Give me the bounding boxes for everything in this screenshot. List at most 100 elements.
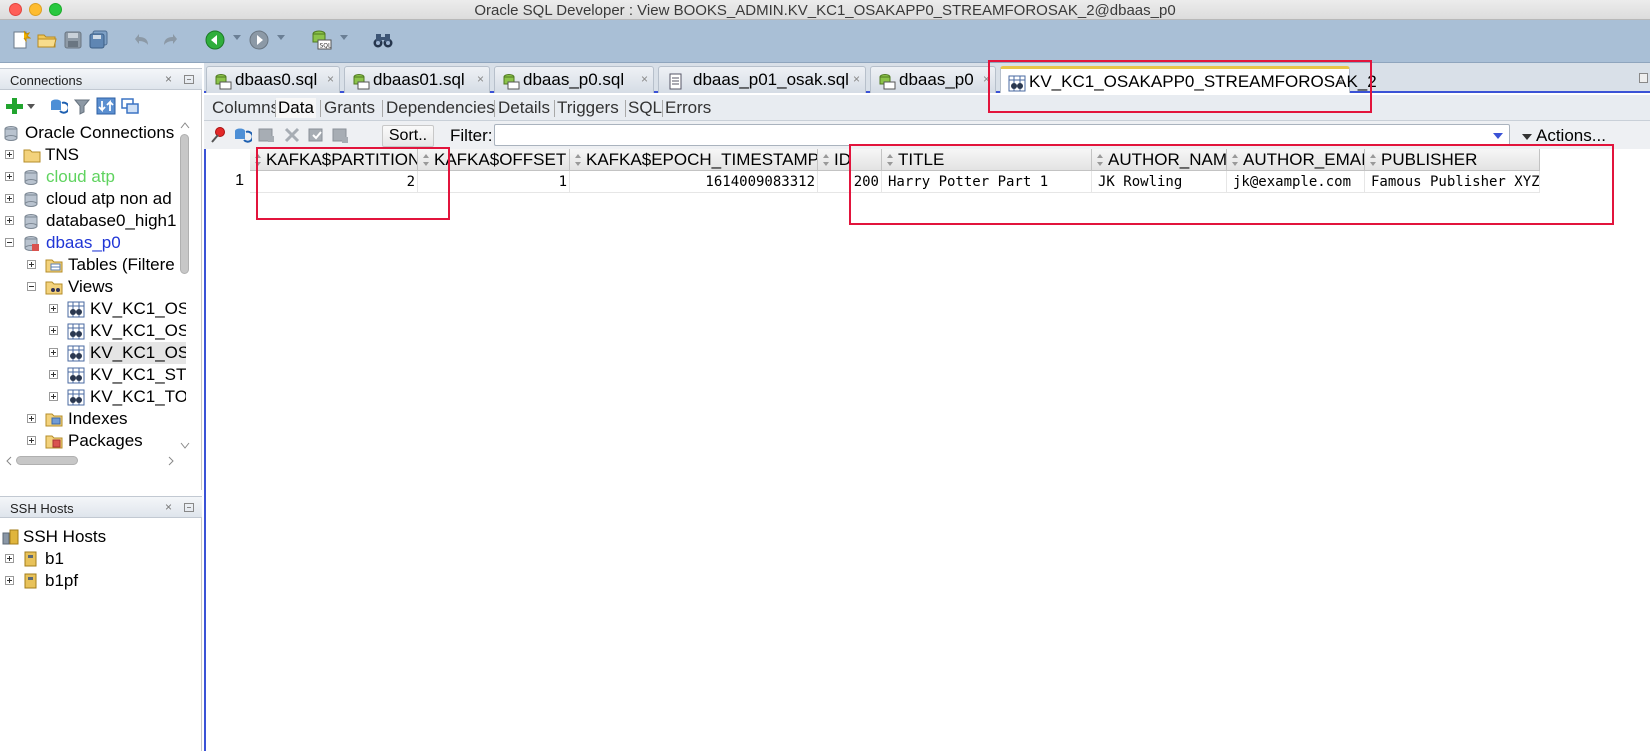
- sql-worksheet-icon[interactable]: SQL: [308, 27, 334, 53]
- subtab-data[interactable]: Data: [276, 98, 316, 118]
- save-all-icon[interactable]: [86, 27, 112, 53]
- tree-item-dbaas-p0[interactable]: dbaas_p0: [0, 232, 186, 254]
- tree-item-views[interactable]: Views: [0, 276, 186, 298]
- insert-row-icon[interactable]: [256, 126, 276, 144]
- tab-dbaas-p0[interactable]: dbaas_p0 ×: [870, 66, 996, 93]
- back-dropdown-icon[interactable]: [233, 35, 241, 40]
- refresh-icon[interactable]: [48, 97, 68, 115]
- tree-item-view[interactable]: KV_KC1_TO: [0, 386, 186, 408]
- expand-icon[interactable]: [5, 194, 14, 203]
- cell-kafka-epoch-timestamp[interactable]: 1614009083312: [570, 171, 818, 193]
- tree-item-database0-high1[interactable]: database0_high1: [0, 210, 186, 232]
- subtab-sql[interactable]: SQL: [628, 98, 662, 118]
- expand-icon[interactable]: [5, 172, 14, 181]
- subtab-grants[interactable]: Grants: [324, 98, 375, 118]
- add-connection-icon[interactable]: [4, 97, 24, 115]
- subtab-columns[interactable]: Columns: [212, 98, 279, 118]
- tree-item-tns[interactable]: TNS: [0, 144, 186, 166]
- connections-vertical-scrollbar[interactable]: [178, 118, 190, 454]
- tree-item-cloud-atp[interactable]: cloud atp: [0, 166, 186, 188]
- close-icon[interactable]: ×: [165, 500, 172, 514]
- filter-icon[interactable]: [72, 97, 92, 115]
- close-icon[interactable]: ×: [165, 72, 172, 86]
- expand-icon[interactable]: [49, 348, 58, 357]
- tree-item-indexes[interactable]: Indexes: [0, 408, 186, 430]
- tree-item-view[interactable]: KV_KC1_OS: [0, 298, 186, 320]
- tree-item-view[interactable]: KV_KC1_OS: [0, 320, 186, 342]
- close-icon[interactable]: ×: [477, 67, 484, 92]
- tab-dbaas-p01-osak-sql[interactable]: dbaas_p01_osak.sql ×: [658, 66, 866, 93]
- expand-icon[interactable]: [27, 260, 36, 269]
- schema-browser-icon[interactable]: [96, 97, 116, 115]
- sql-worksheet-dropdown-icon[interactable]: [340, 35, 348, 40]
- open-folder-icon[interactable]: [34, 27, 60, 53]
- data-grid: KAFKA$PARTITION KAFKA$OFFSET KAFKA$EPOCH…: [204, 149, 1650, 751]
- connections-horizontal-scrollbar[interactable]: [6, 454, 176, 466]
- tree-item-ssh-host-b1pf[interactable]: b1pf: [0, 570, 186, 592]
- close-icon[interactable]: ×: [327, 67, 334, 92]
- column-header-kafka-epoch-timestamp[interactable]: KAFKA$EPOCH_TIMESTAMP: [570, 149, 818, 171]
- tree-item-packages[interactable]: Packages: [0, 430, 186, 452]
- new-file-icon[interactable]: [8, 27, 34, 53]
- forward-navigation-icon[interactable]: [246, 27, 272, 53]
- maximize-editor-icon[interactable]: [1639, 73, 1648, 83]
- rollback-icon[interactable]: [330, 126, 350, 144]
- expand-icon[interactable]: [27, 436, 36, 445]
- refresh-icon[interactable]: [232, 126, 252, 144]
- subtab-triggers[interactable]: Triggers: [557, 98, 619, 118]
- collapse-icon[interactable]: [5, 238, 14, 247]
- scroll-down-icon[interactable]: [179, 440, 191, 450]
- subtab-errors[interactable]: Errors: [665, 98, 711, 118]
- scroll-right-icon[interactable]: [166, 455, 176, 467]
- expand-icon[interactable]: [49, 326, 58, 335]
- forward-dropdown-icon[interactable]: [277, 35, 285, 40]
- save-icon[interactable]: [60, 27, 86, 53]
- tree-item-view-selected[interactable]: KV_KC1_OS: [0, 342, 186, 364]
- redo-icon[interactable]: [156, 27, 182, 53]
- close-icon[interactable]: ×: [641, 67, 648, 92]
- expand-icon[interactable]: [49, 370, 58, 379]
- actions-menu[interactable]: Actions...: [1522, 126, 1606, 146]
- tree-item-view[interactable]: KV_KC1_ST: [0, 364, 186, 386]
- tab-dbaas-p0-sql[interactable]: dbaas_p0.sql ×: [494, 66, 654, 93]
- tree-item-oracle-connections[interactable]: Oracle Connections: [0, 122, 186, 144]
- scroll-up-icon[interactable]: [179, 120, 191, 130]
- tab-label: dbaas01.sql: [373, 70, 465, 89]
- back-navigation-icon[interactable]: [202, 27, 228, 53]
- collapse-icon[interactable]: [27, 282, 36, 291]
- expand-icon[interactable]: [5, 554, 14, 563]
- close-icon[interactable]: ×: [853, 67, 860, 92]
- tab-dbaas0-sql[interactable]: dbaas0.sql ×: [206, 66, 340, 93]
- tree-item-tables[interactable]: Tables (Filtere: [0, 254, 186, 276]
- tree-item-ssh-host-b1[interactable]: b1: [0, 548, 186, 570]
- subtab-dependencies[interactable]: Dependencies: [386, 98, 495, 118]
- expand-icon[interactable]: [49, 304, 58, 313]
- minimize-panel-icon[interactable]: [184, 503, 194, 512]
- highlight-data-columns: [849, 144, 1614, 225]
- database-icon: [23, 191, 40, 207]
- subtab-details[interactable]: Details: [498, 98, 550, 118]
- expand-icon[interactable]: [5, 576, 14, 585]
- expand-icon[interactable]: [5, 216, 14, 225]
- filter-input[interactable]: [494, 124, 1510, 146]
- binoculars-icon[interactable]: [370, 27, 396, 53]
- scrollbar-thumb[interactable]: [180, 134, 189, 274]
- indexes-folder-icon: [45, 411, 63, 427]
- delete-row-icon[interactable]: [282, 126, 302, 144]
- sort-button[interactable]: Sort..: [382, 125, 434, 147]
- scrollbar-thumb[interactable]: [16, 456, 78, 465]
- minimize-panel-icon[interactable]: [184, 75, 194, 84]
- scroll-left-icon[interactable]: [4, 455, 14, 467]
- collapse-all-icon[interactable]: [120, 97, 140, 115]
- commit-icon[interactable]: [306, 126, 326, 144]
- tree-item-cloud-atp-non-ad[interactable]: cloud atp non ad: [0, 188, 186, 210]
- pin-icon[interactable]: [208, 126, 228, 144]
- tab-dbaas01-sql[interactable]: dbaas01.sql ×: [344, 66, 490, 93]
- undo-icon[interactable]: [130, 27, 156, 53]
- expand-icon[interactable]: [5, 150, 14, 159]
- tree-item-ssh-hosts[interactable]: SSH Hosts: [0, 526, 186, 548]
- expand-icon[interactable]: [27, 414, 36, 423]
- expand-icon[interactable]: [49, 392, 58, 401]
- add-connection-dropdown-icon[interactable]: [26, 97, 36, 115]
- filter-dropdown-icon[interactable]: [1493, 133, 1503, 139]
